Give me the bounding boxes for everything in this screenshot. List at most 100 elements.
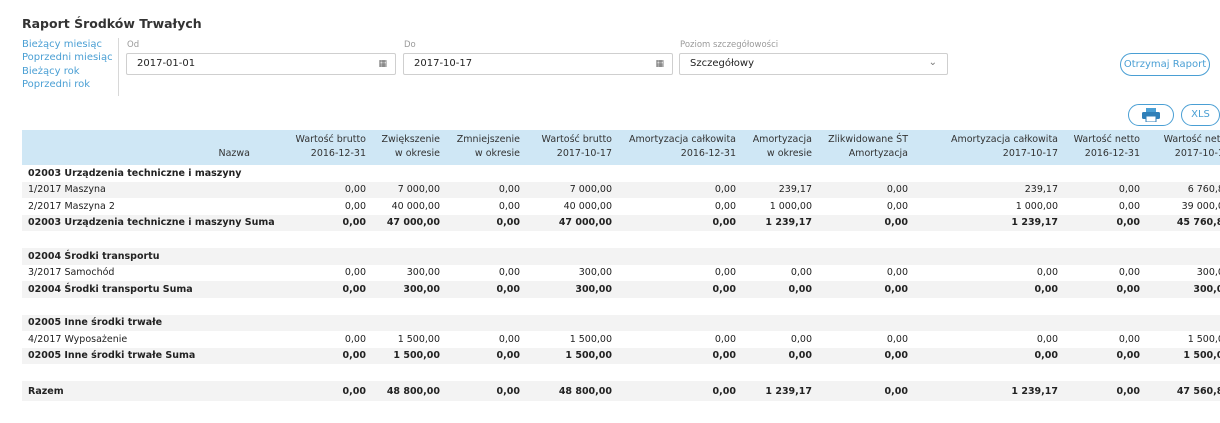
do-label: Do: [404, 40, 416, 50]
value-cell: 0,00: [250, 381, 368, 401]
period-links: Bieżący miesiąc Poprzedni miesiąc Bieżąc…: [22, 38, 118, 91]
row-name-cell: 3/2017 Samochód: [28, 267, 115, 279]
value-cell: [1060, 364, 1142, 381]
value-cell: [1142, 298, 1220, 315]
value-cell: [738, 298, 814, 315]
value-cell: 47 560,83: [1142, 381, 1220, 401]
od-date-field[interactable]: 2017-01-01 ▦: [126, 53, 396, 75]
value-cell: 0,00: [886, 267, 908, 279]
value-cell: [250, 364, 368, 381]
value-cell: [368, 248, 442, 265]
print-button[interactable]: [1128, 104, 1174, 126]
value-cell: [522, 298, 614, 315]
column-header: Amortyzacja całkowita: [910, 130, 1060, 148]
value-cell: [614, 364, 738, 381]
link-previous-month[interactable]: Poprzedni miesiąc: [22, 51, 118, 64]
value-cell: 0,00: [498, 200, 520, 212]
value-cell: 0,00: [498, 267, 520, 279]
value-cell: 0,00: [1060, 181, 1142, 198]
value-cell: 0,00: [250, 281, 368, 298]
table-row: [22, 231, 1220, 248]
column-header: Zlikwidowane ŚT: [814, 130, 910, 148]
value-cell: [814, 231, 910, 248]
value-cell: [814, 314, 910, 331]
link-previous-year[interactable]: Poprzedni rok: [22, 78, 118, 91]
value-cell: [250, 298, 368, 315]
column-header: 2016-12-31: [250, 148, 368, 165]
value-cell: 0,00: [886, 333, 908, 345]
value-cell: [368, 298, 442, 315]
divider: [118, 38, 119, 96]
table-row: 02005 Inne środki trwałe: [22, 314, 1220, 331]
value-cell: [814, 298, 910, 315]
get-report-button[interactable]: Otrzymaj Raport: [1120, 53, 1210, 76]
column-header: Zmniejszenie: [442, 130, 522, 148]
value-cell: 0,00: [814, 281, 910, 298]
value-cell: [738, 165, 814, 182]
row-name-cell: 4/2017 Wyposażenie: [28, 333, 128, 345]
table-row: Razem 0,00 48 800,00 0,00 48 800,00 0,00 1 239…: [22, 381, 1220, 401]
table-row: 02005 Inne środki trwałe Suma 0,00 1 500,0…: [22, 347, 1220, 364]
value-cell: 0,00: [1036, 333, 1058, 345]
value-cell: 0,00: [790, 267, 812, 279]
table-row: 02004 Środki transportu: [22, 248, 1220, 265]
level-label: Poziom szczegółowości: [680, 40, 779, 50]
value-cell: [1142, 314, 1220, 331]
value-cell: 0,00: [614, 381, 738, 401]
table-row: 3/2017 Samochód 0,00 300,00 0,00 300,00 0,00 0…: [22, 265, 1220, 282]
xls-export-button[interactable]: XLS: [1181, 104, 1220, 126]
row-name-cell: 02004 Środki transportu: [22, 248, 250, 265]
table-header-row: Nazwa 2016-12-31 w okresie w okresie 2017-10…: [22, 148, 1220, 165]
value-cell: 300,00: [406, 267, 440, 279]
value-cell: 45 760,83: [1142, 214, 1220, 231]
report-table-container: Wartość brutto Zwiększenie Zmniejszenie War…: [22, 130, 1220, 401]
value-cell: 1 500,00: [522, 347, 614, 364]
printer-icon: [1142, 108, 1160, 123]
value-cell: 39 000,00: [1181, 200, 1220, 212]
level-select[interactable]: Szczegółowy ⌄: [679, 53, 948, 75]
value-cell: [1060, 314, 1142, 331]
table-row: 1/2017 Maszyna 0,00 7 000,00 0,00 7 000,00 0,…: [22, 181, 1220, 198]
value-cell: 1 500,00: [569, 333, 612, 345]
do-date-value: 2017-10-17: [414, 58, 473, 69]
column-header: Nazwa: [22, 148, 250, 165]
value-cell: [368, 231, 442, 248]
value-cell: [738, 314, 814, 331]
value-cell: 40 000,00: [563, 200, 612, 212]
value-cell: [910, 314, 1060, 331]
value-cell: 0,00: [814, 381, 910, 401]
value-cell: [814, 248, 910, 265]
table-header-row: Wartość brutto Zwiększenie Zmniejszenie War…: [22, 130, 1220, 148]
value-cell: [1142, 231, 1220, 248]
value-cell: [442, 231, 522, 248]
value-cell: [442, 298, 522, 315]
value-cell: 0,00: [250, 347, 368, 364]
value-cell: [614, 231, 738, 248]
value-cell: 239,17: [738, 181, 814, 198]
value-cell: 0,00: [498, 333, 520, 345]
value-cell: [522, 314, 614, 331]
row-name-cell: Razem: [22, 381, 250, 401]
do-date-field[interactable]: 2017-10-17 ▦: [403, 53, 673, 75]
value-cell: 0,00: [442, 281, 522, 298]
column-header: Wartość brutto: [250, 130, 368, 148]
link-current-month[interactable]: Bieżący miesiąc: [22, 38, 118, 51]
value-cell: 0,00: [614, 181, 738, 198]
calendar-icon[interactable]: ▦: [378, 54, 387, 74]
chevron-down-icon: ⌄: [928, 57, 937, 68]
column-header: Amortyzacja: [814, 148, 910, 165]
value-cell: [522, 165, 614, 182]
value-cell: [368, 314, 442, 331]
value-cell: [614, 165, 738, 182]
value-cell: [738, 364, 814, 381]
table-row: 02003 Urządzenia techniczne i maszyny: [22, 165, 1220, 182]
link-current-year[interactable]: Bieżący rok: [22, 65, 118, 78]
value-cell: 0,00: [714, 333, 736, 345]
value-cell: 0,00: [1060, 347, 1142, 364]
value-cell: [814, 364, 910, 381]
value-cell: [250, 248, 368, 265]
value-cell: 1 500,00: [1187, 333, 1220, 345]
od-date-value: 2017-01-01: [137, 58, 196, 69]
calendar-icon[interactable]: ▦: [655, 54, 664, 74]
value-cell: [614, 248, 738, 265]
